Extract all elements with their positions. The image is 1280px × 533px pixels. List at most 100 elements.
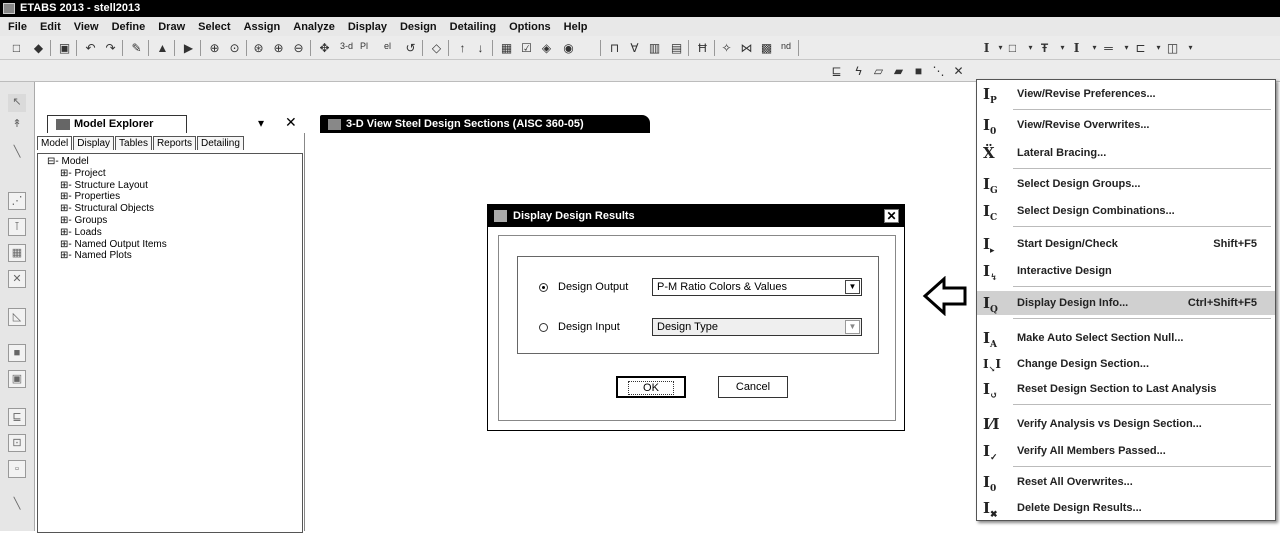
display-frame-icon[interactable]: Ħ — [694, 40, 711, 56]
menu-item-select-design-combinations[interactable]: IC Select Design Combinations... — [977, 199, 1275, 223]
design-input-radio[interactable] — [539, 323, 548, 332]
display-frame-forces-icon[interactable]: ⊓ — [606, 40, 623, 56]
display-joint-icon[interactable]: ✧ — [718, 40, 735, 56]
design-output-radio[interactable] — [539, 283, 548, 292]
model-explorer-tab[interactable]: Model Explorer — [47, 115, 187, 133]
draw-wall-stack-icon[interactable]: ⊑ — [8, 408, 26, 426]
tree-item-named-output-items[interactable]: ⊞- Named Output Items — [47, 239, 302, 251]
dialog-close-button[interactable]: ✕ — [884, 209, 899, 223]
move-down-icon[interactable]: ↓ — [472, 40, 489, 56]
tab-tables[interactable]: Tables — [115, 136, 152, 150]
tree-item-structure-layout[interactable]: ⊞- Structure Layout — [47, 180, 302, 192]
draw-line-icon[interactable]: ╲ — [8, 144, 26, 162]
draw-dimension-line-icon[interactable]: ╲ — [8, 496, 26, 514]
menu-file[interactable]: File — [8, 21, 27, 33]
display-story-response-icon[interactable]: ▥ — [646, 40, 663, 56]
menu-item-display-design-info[interactable]: IQ Display Design Info... Ctrl+Shift+F5 — [977, 291, 1275, 315]
design-output-label[interactable]: Design Output — [558, 281, 628, 293]
design-shear-wall-icon[interactable]: ⊏ — [1132, 40, 1149, 56]
menu-item-view-revise-overwrites[interactable]: I0 View/Revise Overwrites... — [977, 113, 1275, 137]
menu-item-start-design-check[interactable]: I▸ Start Design/Check Shift+F5 — [977, 232, 1275, 256]
draw-section-cut-icon[interactable]: ⊡ — [8, 434, 26, 452]
reshape-icon[interactable]: ↟ — [8, 116, 26, 134]
display-contour-icon[interactable]: ▩ — [758, 40, 775, 56]
pointer-icon[interactable]: ↖ — [8, 94, 26, 112]
set-display-options-icon[interactable]: ☑ — [518, 40, 535, 56]
open-icon[interactable]: ◆ — [30, 40, 47, 56]
draw-brace-icon[interactable]: ⋱ — [930, 63, 947, 79]
tree-item-properties[interactable]: ⊞- Properties — [47, 191, 302, 203]
draw-region-icon[interactable]: ▣ — [8, 370, 26, 388]
menu-item-lateral-bracing[interactable]: Ẍ Lateral Bracing... — [977, 141, 1275, 165]
design-slab-icon[interactable]: ◫ — [1164, 40, 1181, 56]
tab-reports[interactable]: Reports — [152, 136, 196, 150]
display-undeformed-icon[interactable]: ◈ — [538, 40, 555, 56]
redo-icon[interactable]: ↷ — [102, 40, 119, 56]
draw-slab-icon[interactable]: ▰ — [890, 63, 907, 79]
menu-analyze[interactable]: Analyze — [293, 21, 335, 33]
lock-icon[interactable]: ▲ — [154, 40, 171, 56]
menu-view[interactable]: View — [74, 21, 99, 33]
design-output-select[interactable]: P-M Ratio Colors & Values ▼ — [652, 278, 862, 296]
draw-beam-icon[interactable]: ⋰ — [8, 192, 26, 210]
menu-select[interactable]: Select — [198, 21, 230, 33]
design-composite-column-icon[interactable]: I — [1068, 40, 1085, 56]
menu-display[interactable]: Display — [348, 21, 387, 33]
menu-assign[interactable]: Assign — [244, 21, 281, 33]
explorer-close-icon[interactable]: ✕ — [285, 114, 297, 131]
zoom-in-icon[interactable]: ⊕ — [270, 40, 287, 56]
draw-link-icon[interactable]: ✕ — [950, 63, 967, 79]
tree-item-named-plots[interactable]: ⊞- Named Plots — [47, 250, 302, 262]
menu-item-make-auto-select-section-null[interactable]: IA Make Auto Select Section Null... — [977, 326, 1275, 350]
view-plan-button[interactable]: Pl — [360, 41, 368, 51]
new-model-icon[interactable]: □ — [8, 40, 25, 56]
zoom-fit-icon[interactable]: ⊛ — [250, 40, 267, 56]
draw-area-icon[interactable]: ◺ — [8, 308, 26, 326]
draw-wall-icon[interactable]: ϟ — [850, 63, 867, 79]
tree-item-loads[interactable]: ⊞- Loads — [47, 227, 302, 239]
draw-dimension-icon[interactable]: ⊑ — [828, 63, 845, 79]
draw-column-icon[interactable]: ⊺ — [8, 218, 26, 236]
display-floor-plot-icon[interactable]: ▤ — [668, 40, 685, 56]
draw-rectangle-icon[interactable]: ■ — [8, 344, 26, 362]
menu-item-interactive-design[interactable]: I↯ Interactive Design — [977, 259, 1275, 283]
menu-design[interactable]: Design — [400, 21, 437, 33]
menu-item-change-design-section[interactable]: I↘I Change Design Section... — [977, 352, 1275, 376]
rotate-icon[interactable]: ↺ — [402, 40, 419, 56]
draw-brace-tool-icon[interactable]: ✕ — [8, 270, 26, 288]
refresh-pen-icon[interactable]: ✎ — [128, 40, 145, 56]
draw-opening-tool-icon[interactable]: ▫ — [8, 460, 26, 478]
tree-root[interactable]: ⊟- Model — [47, 156, 302, 168]
tree-item-groups[interactable]: ⊞- Groups — [47, 215, 302, 227]
perspective-icon[interactable]: ◇ — [428, 40, 445, 56]
draw-floor-icon[interactable]: ▱ — [870, 63, 887, 79]
tree-item-structural-objects[interactable]: ⊞- Structural Objects — [47, 203, 302, 215]
pan-icon[interactable]: ✥ — [316, 40, 333, 56]
zoom-restore-icon[interactable]: ⊙ — [226, 40, 243, 56]
chevron-down-icon[interactable]: ▼ — [845, 280, 860, 294]
menu-draw[interactable]: Draw — [158, 21, 185, 33]
draw-opening-icon[interactable]: ■ — [910, 63, 927, 79]
draw-grid-icon[interactable]: ▦ — [8, 244, 26, 262]
save-icon[interactable]: ▣ — [56, 40, 73, 56]
cancel-button[interactable]: Cancel — [718, 376, 788, 398]
display-nd-button[interactable]: nd — [781, 41, 791, 51]
ok-button[interactable]: OK — [616, 376, 686, 398]
zoom-window-icon[interactable]: ⊕ — [206, 40, 223, 56]
menu-item-verify-analysis-vs-design[interactable]: I⁄I Verify Analysis vs Design Section... — [977, 412, 1275, 436]
tab-display[interactable]: Display — [73, 136, 115, 150]
menu-item-view-revise-preferences[interactable]: IP View/Revise Preferences... — [977, 82, 1275, 106]
menu-item-reset-all-overwrites[interactable]: I0 Reset All Overwrites... — [977, 470, 1275, 494]
design-composite-beam-icon[interactable]: Ŧ — [1036, 40, 1053, 56]
menu-options[interactable]: Options — [509, 21, 551, 33]
menu-item-delete-design-results[interactable]: I✖ Delete Design Results... — [977, 496, 1275, 520]
explorer-pin-dropdown-icon[interactable]: ▾ — [258, 116, 264, 130]
view-elevation-button[interactable]: el — [384, 41, 391, 51]
tab-detailing[interactable]: Detailing — [196, 136, 244, 150]
menu-help[interactable]: Help — [564, 21, 588, 33]
menu-item-verify-all-members-passed[interactable]: I✓ Verify All Members Passed... — [977, 439, 1275, 463]
tree-item-project[interactable]: ⊞- Project — [47, 168, 302, 180]
menu-item-reset-design-section[interactable]: I↺ Reset Design Section to Last Analysis — [977, 377, 1275, 401]
design-input-label[interactable]: Design Input — [558, 321, 620, 333]
menu-detailing[interactable]: Detailing — [450, 21, 496, 33]
